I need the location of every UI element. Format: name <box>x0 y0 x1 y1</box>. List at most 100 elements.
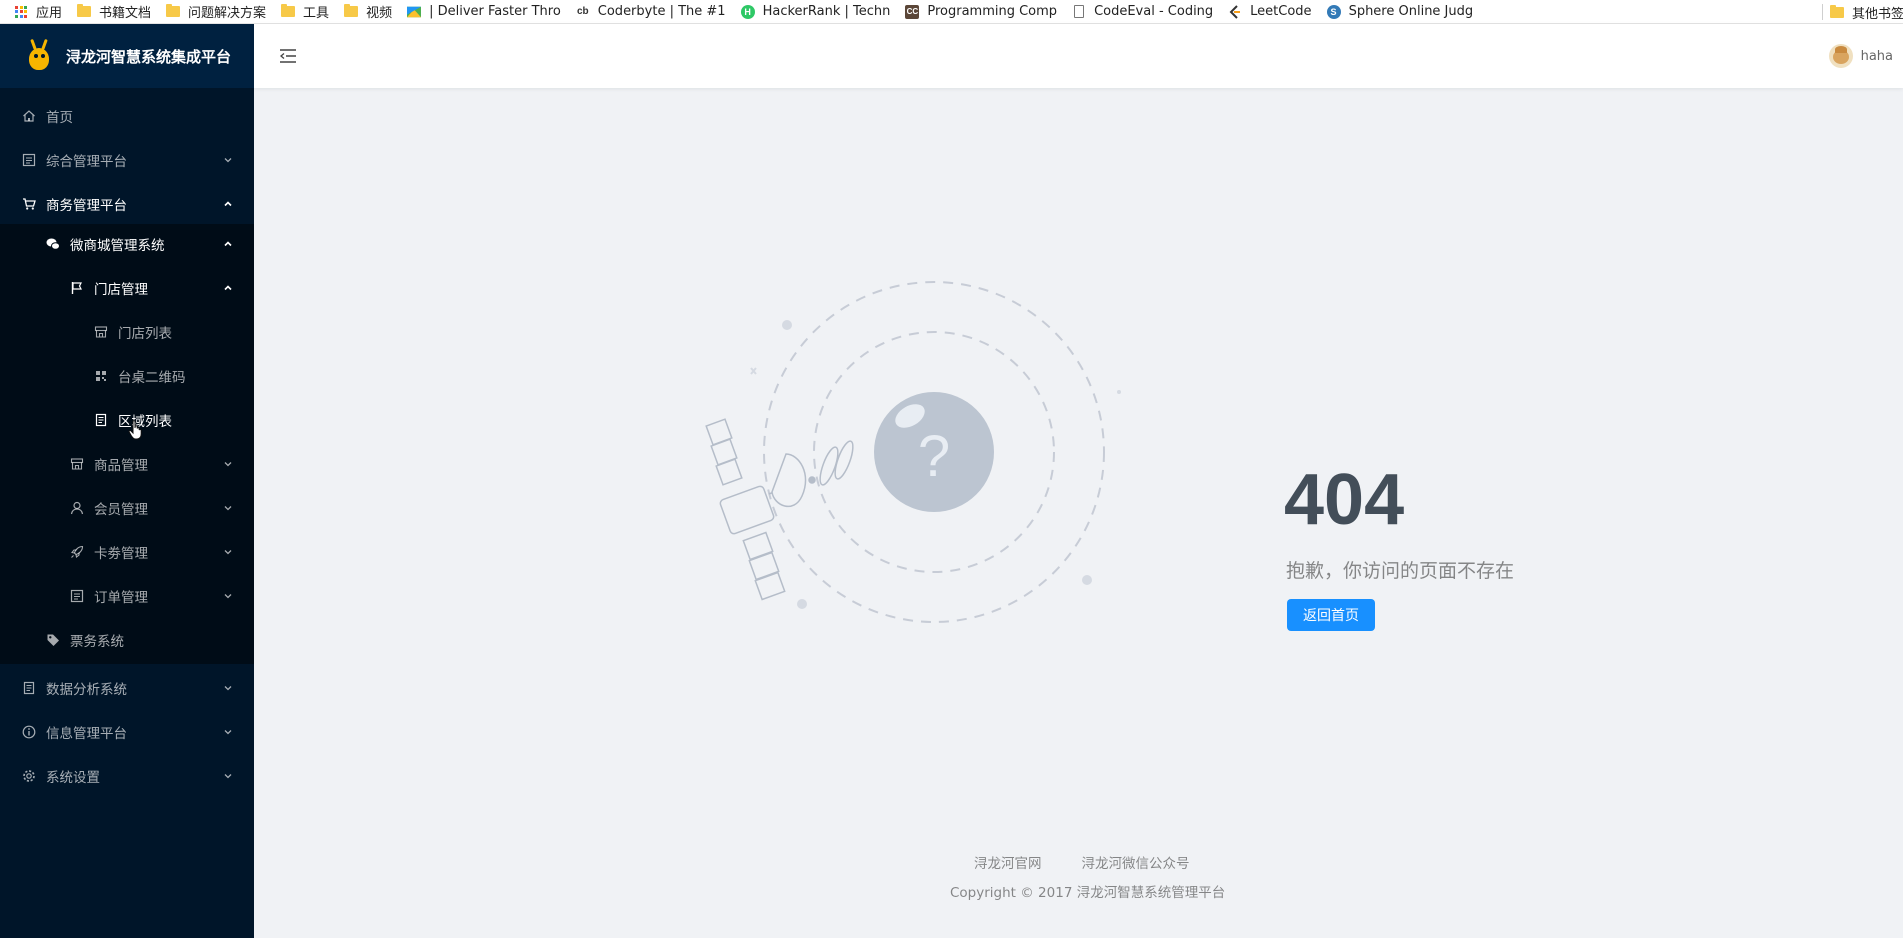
bookmark-label: HackerRank | Techn <box>762 4 891 19</box>
bookmarks-bar: 应用 书籍文档 问题解决方案 工具 视频 | Deliver Faster Th… <box>0 0 1903 24</box>
bookmark-folder-solutions[interactable]: 问题解决方案 <box>160 0 275 23</box>
submenu-spacer <box>0 660 254 664</box>
chevron-up-icon <box>224 201 232 207</box>
file-text-icon <box>22 681 36 695</box>
side-menu: 首页 综合管理平台 商务管理平台 微商城管理系统 门店管理 门店列表 台桌二维码… <box>0 88 254 796</box>
logo-area[interactable]: 浔龙河智慧系统集成平台 <box>0 24 254 88</box>
logo-icon <box>24 38 54 73</box>
folder-icon <box>344 4 359 19</box>
chevron-up-icon <box>224 241 232 247</box>
user-dropdown[interactable]: haha <box>1828 44 1893 68</box>
qrcode-icon <box>94 369 108 383</box>
bookmark-deliver-faster[interactable]: | Deliver Faster Thro <box>401 0 570 23</box>
menu-label: 商品管理 <box>94 458 148 474</box>
menu-item-ticket-system[interactable]: 票务系统 <box>0 620 254 660</box>
bookmark-apps[interactable]: 应用 <box>8 0 71 23</box>
bookmark-coderbyte[interactable]: cb Coderbyte | The #1 <box>570 0 735 23</box>
bookmark-label: Programming Comp <box>927 4 1058 19</box>
avatar <box>1828 44 1853 68</box>
hand-cursor-icon <box>128 420 142 440</box>
bookmark-codeeval[interactable]: CodeEval - Coding <box>1066 0 1222 23</box>
profile-icon <box>22 153 36 167</box>
menu-label: 商务管理平台 <box>46 198 127 214</box>
bookmark-hackerrank[interactable]: H HackerRank | Techn <box>735 0 900 23</box>
codechef-icon: CC <box>905 4 920 19</box>
bookmark-codechef[interactable]: CC Programming Comp <box>899 0 1066 23</box>
menu-label: 卡劵管理 <box>94 546 148 562</box>
menu-item-coupon-mgmt[interactable]: 卡劵管理 <box>0 532 254 572</box>
menu-item-goods-mgmt[interactable]: 商品管理 <box>0 444 254 484</box>
bookmark-separator <box>1822 4 1823 20</box>
bookmark-folder-videos[interactable]: 视频 <box>338 0 401 23</box>
bookmark-label: 工具 <box>303 6 330 21</box>
menu-item-home[interactable]: 首页 <box>0 96 254 136</box>
bookmark-folder-books[interactable]: 书籍文档 <box>71 0 160 23</box>
error-code: 404 <box>1284 460 1405 540</box>
spoj-icon: S <box>1326 4 1341 19</box>
menu-item-order-mgmt[interactable]: 订单管理 <box>0 576 254 616</box>
app-title: 浔龙河智慧系统集成平台 <box>66 47 232 66</box>
info-circle-icon <box>22 725 36 739</box>
menu-label: 数据分析系统 <box>46 682 127 698</box>
setting-icon <box>22 769 36 783</box>
chevron-down-icon <box>224 462 232 467</box>
menu-fold-icon[interactable] <box>278 46 298 66</box>
bookmark-leetcode[interactable]: LeetCode <box>1222 0 1320 23</box>
chevron-down-icon <box>224 686 232 691</box>
chevron-up-icon <box>224 285 232 291</box>
sidebar: 浔龙河智慧系统集成平台 首页 综合管理平台 商务管理平台 微商城管理系统 门店管… <box>0 24 254 938</box>
chevron-down-icon <box>224 774 232 779</box>
menu-item-area-list[interactable]: 区域列表 <box>0 400 254 440</box>
menu-item-wechat-mall[interactable]: 微商城管理系统 <box>0 224 254 264</box>
menu-item-store-mgmt[interactable]: 门店管理 <box>0 268 254 308</box>
exception-page: ? 404 抱歉，你访问的页面不存在 返回首页 <box>254 88 1903 848</box>
chevron-down-icon <box>224 730 232 735</box>
page-icon <box>1072 5 1086 19</box>
menu-item-business-platform[interactable]: 商务管理平台 <box>0 184 254 224</box>
chevron-down-icon <box>224 550 232 555</box>
footer-link-site[interactable]: 浔龙河官网 <box>974 852 1042 872</box>
bookmark-label: 其他书签 <box>1852 6 1903 22</box>
footer-link-wechat[interactable]: 浔龙河微信公众号 <box>1082 852 1190 872</box>
rocket-icon <box>70 545 84 559</box>
flag-icon <box>70 281 84 295</box>
folder-icon <box>77 4 92 19</box>
coderbyte-icon: cb <box>576 6 589 17</box>
chevron-down-icon <box>224 594 232 599</box>
footer-links: 浔龙河官网 浔龙河微信公众号 <box>974 852 1230 872</box>
chevron-down-icon <box>224 506 232 511</box>
user-icon <box>70 501 84 515</box>
menu-label: 门店列表 <box>118 326 172 342</box>
bookmark-label: Sphere Online Judg <box>1348 4 1474 19</box>
bookmark-label: CodeEval - Coding <box>1094 4 1214 19</box>
menu-item-info-platform[interactable]: 信息管理平台 <box>0 712 254 752</box>
menu-item-store-list[interactable]: 门店列表 <box>0 312 254 352</box>
bookmark-folder-tools[interactable]: 工具 <box>275 0 338 23</box>
menu-item-data-analysis[interactable]: 数据分析系统 <box>0 668 254 708</box>
bookmark-label: 书籍文档 <box>99 6 152 21</box>
menu-item-table-qrcode[interactable]: 台桌二维码 <box>0 356 254 396</box>
bookmark-label: 问题解决方案 <box>188 6 267 21</box>
bookmark-label: 视频 <box>366 6 393 21</box>
satellite-illustration: ? <box>705 281 1121 623</box>
menu-label: 票务系统 <box>70 634 124 650</box>
menu-label: 信息管理平台 <box>46 726 127 742</box>
svg-text:?: ? <box>918 424 950 489</box>
tag-icon <box>46 633 60 647</box>
shopping-cart-icon <box>22 197 36 211</box>
shop-icon <box>70 457 84 471</box>
menu-label: 门店管理 <box>94 282 148 298</box>
bookmark-spoj[interactable]: S Sphere Online Judg <box>1321 0 1483 23</box>
menu-label: 台桌二维码 <box>118 370 186 386</box>
back-home-button[interactable]: 返回首页 <box>1287 599 1375 631</box>
error-description: 抱歉，你访问的页面不存在 <box>1286 560 1515 582</box>
bookmark-label: | Deliver Faster Thro <box>429 4 561 19</box>
menu-item-settings[interactable]: 系统设置 <box>0 756 254 796</box>
bookmark-label: LeetCode <box>1250 4 1312 19</box>
bookmark-other[interactable]: 其他书签 <box>1830 0 1903 23</box>
menu-item-member-mgmt[interactable]: 会员管理 <box>0 488 254 528</box>
menu-label: 会员管理 <box>94 502 148 518</box>
bookmark-label: Coderbyte | The #1 <box>597 4 726 19</box>
menu-item-general-platform[interactable]: 综合管理平台 <box>0 140 254 180</box>
profile-icon <box>70 589 84 603</box>
